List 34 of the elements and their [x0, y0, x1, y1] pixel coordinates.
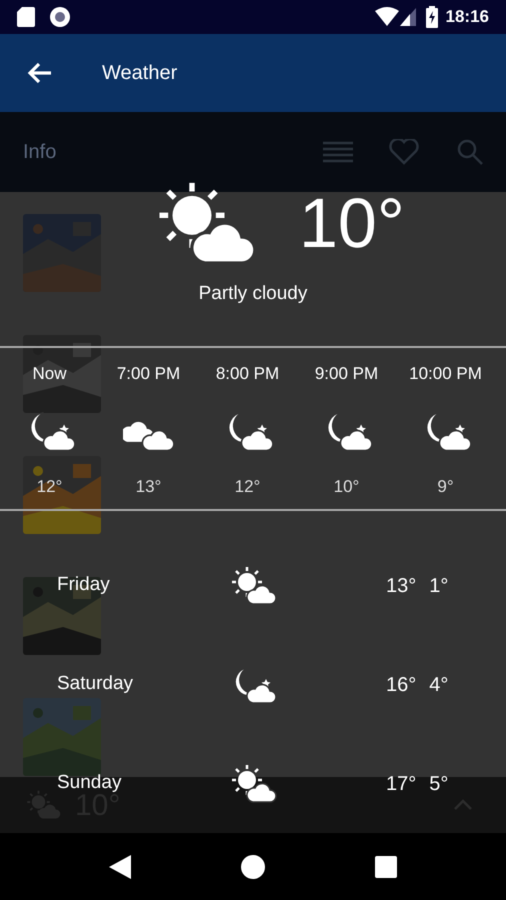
home-nav-icon[interactable] — [241, 854, 265, 878]
hour-label: 7:00 PM — [116, 362, 180, 385]
current-temperature: 10° — [299, 188, 405, 258]
high-temperature: 13° — [386, 574, 416, 598]
signal-icon — [400, 8, 416, 26]
sun-cloud-icon — [229, 564, 277, 606]
status-time: 18:16 — [446, 6, 489, 28]
condition-text: Partly cloudy — [198, 282, 308, 306]
back-icon[interactable] — [27, 62, 53, 84]
high-temperature: 17° — [386, 772, 416, 796]
hour-label: 8:00 PM — [216, 362, 280, 385]
hour-temperature: 13° — [136, 476, 162, 498]
hour-label: Now — [32, 362, 66, 385]
battery-icon — [426, 6, 438, 28]
record-icon — [49, 6, 71, 28]
sd-card-icon — [17, 7, 35, 27]
low-temperature: 5° — [429, 772, 448, 796]
hour-temperature: 9° — [437, 476, 454, 498]
recents-nav-icon[interactable] — [375, 856, 397, 878]
hour-temperature: 12° — [234, 476, 260, 498]
hour-temperature: 10° — [334, 476, 360, 498]
day-label: Saturday — [57, 672, 134, 696]
hour-label: 10:00 PM — [409, 362, 482, 385]
high-temperature: 16° — [386, 672, 416, 698]
page-title: Weather — [102, 61, 178, 86]
day-label: Friday — [57, 573, 111, 598]
sun-cloud-icon — [229, 762, 277, 804]
low-temperature: 4° — [429, 672, 448, 698]
low-temperature: 1° — [429, 574, 448, 598]
section-title: Info — [23, 140, 56, 165]
day-label: Sunday — [57, 771, 122, 794]
back-nav-icon[interactable] — [109, 854, 131, 878]
hour-label: 9:00 PM — [314, 362, 378, 385]
hour-temperature: 12° — [36, 476, 62, 498]
